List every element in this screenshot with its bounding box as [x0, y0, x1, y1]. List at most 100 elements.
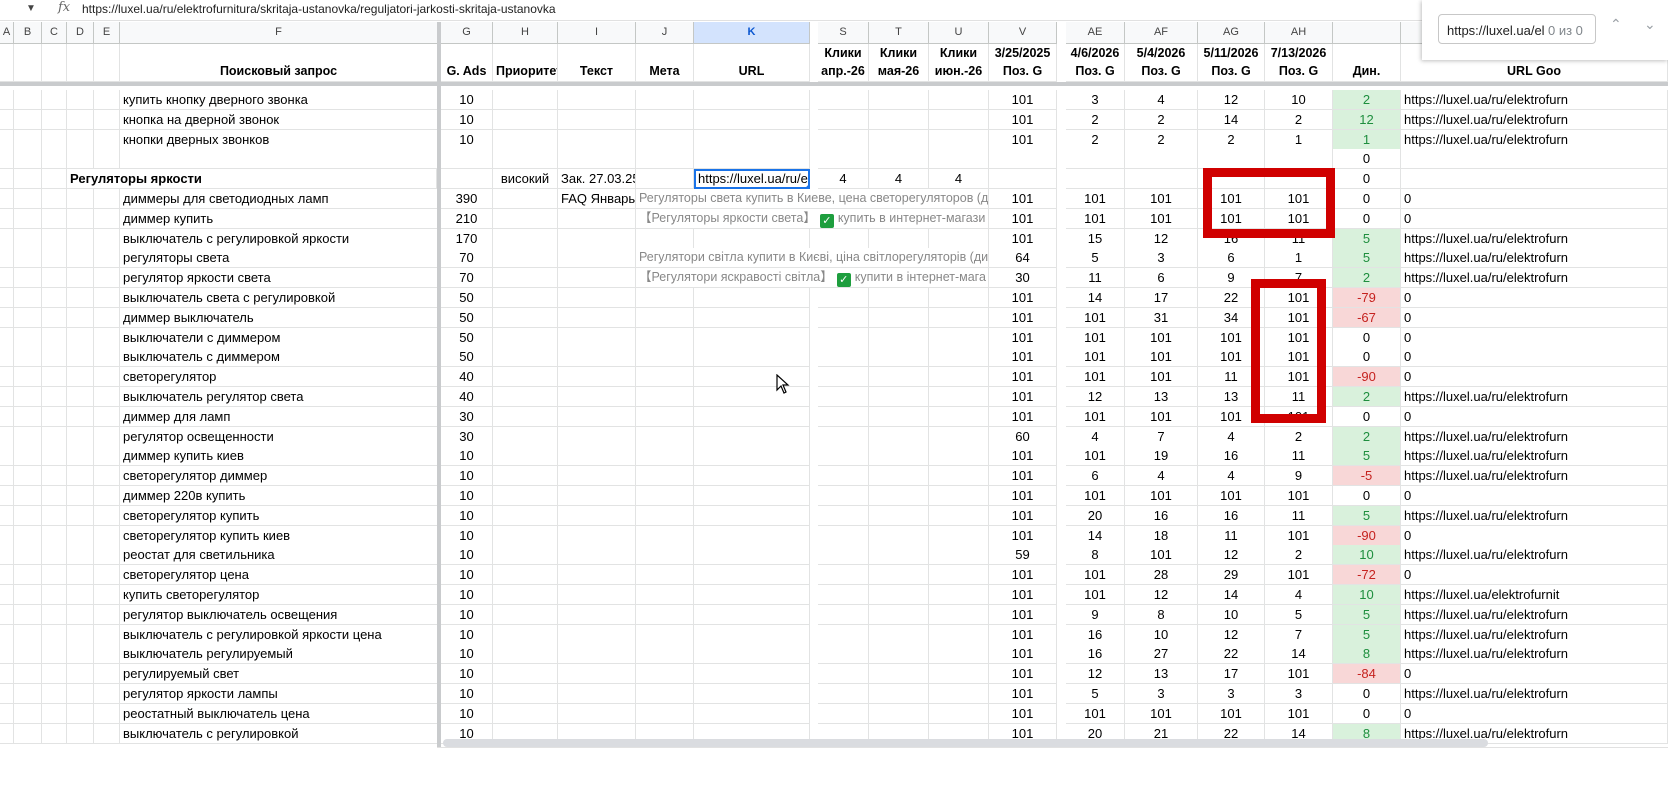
cell-c[interactable]: [42, 387, 67, 407]
cell-u[interactable]: [929, 526, 989, 546]
cell-v[interactable]: 101: [989, 704, 1057, 724]
cell-a[interactable]: [0, 644, 14, 664]
meta-text-cell[interactable]: Регулятори світла купити в Києві, ціна с…: [636, 248, 989, 268]
google-url-cell[interactable]: 0: [1401, 288, 1668, 308]
google-url-cell[interactable]: 0: [1401, 704, 1668, 724]
cell-i[interactable]: [558, 367, 636, 387]
selected-url-cell[interactable]: https://luxel.ua/ru/el: [694, 169, 810, 189]
cell-c[interactable]: [42, 209, 67, 229]
dynamics-cell[interactable]: -84: [1333, 664, 1401, 684]
cell-j[interactable]: [636, 130, 694, 150]
cell-h[interactable]: [493, 486, 558, 506]
cell-ah[interactable]: 14: [1265, 644, 1333, 664]
dynamics-cell[interactable]: 5: [1333, 229, 1401, 249]
keyword-cell[interactable]: реостатный выключатель цена: [120, 704, 438, 724]
cell-ae[interactable]: 101: [1066, 486, 1125, 506]
cell-h[interactable]: [493, 526, 558, 546]
cell-ae[interactable]: 2: [1066, 130, 1125, 150]
cell-a[interactable]: [0, 90, 14, 110]
cell-ag[interactable]: [1198, 149, 1265, 169]
cell-ae[interactable]: 101: [1066, 704, 1125, 724]
cell-i[interactable]: [558, 347, 636, 367]
cell-i[interactable]: [558, 664, 636, 684]
cell-ah[interactable]: 101: [1265, 704, 1333, 724]
cell-t[interactable]: [869, 704, 929, 724]
cell-a[interactable]: [0, 169, 14, 189]
cell-s[interactable]: [818, 347, 869, 367]
cell-af[interactable]: 4: [1125, 466, 1198, 486]
cell-i[interactable]: [558, 288, 636, 308]
cell-u[interactable]: [929, 308, 989, 328]
frozen-rows-divider[interactable]: [0, 82, 1668, 86]
cell-t[interactable]: [869, 684, 929, 704]
cell-u[interactable]: [929, 90, 989, 110]
cell-af[interactable]: 101: [1125, 367, 1198, 387]
cell-g[interactable]: 10: [441, 585, 493, 605]
keyword-cell[interactable]: регулятор выключатель освещения: [120, 605, 438, 625]
cell-g[interactable]: 70: [441, 248, 493, 268]
keyword-cell[interactable]: выключатель с регулировкой яркости цена: [120, 625, 438, 645]
cell-e[interactable]: [94, 605, 120, 625]
cell-k[interactable]: [694, 625, 810, 645]
cell-v[interactable]: 64: [989, 248, 1057, 268]
cell-ag[interactable]: 12: [1198, 625, 1265, 645]
cell-d[interactable]: [67, 248, 94, 268]
cell-k[interactable]: [694, 149, 810, 169]
cell-b[interactable]: [14, 248, 42, 268]
cell-k[interactable]: [694, 664, 810, 684]
cell-g[interactable]: 70: [441, 268, 493, 288]
cell-af[interactable]: 101: [1125, 704, 1198, 724]
keyword-cell[interactable]: выключатель с диммером: [120, 347, 438, 367]
cell-k[interactable]: [694, 506, 810, 526]
cell-ae[interactable]: 101: [1066, 328, 1125, 348]
cell-j[interactable]: [636, 90, 694, 110]
keyword-cell[interactable]: реостат для светильника: [120, 545, 438, 565]
cell-h[interactable]: [493, 407, 558, 427]
cell-a[interactable]: [0, 209, 14, 229]
cell-ae[interactable]: 8: [1066, 545, 1125, 565]
cell-c[interactable]: [42, 328, 67, 348]
cell-v[interactable]: 101: [989, 110, 1057, 130]
cell-t[interactable]: [869, 486, 929, 506]
cell-i[interactable]: [558, 110, 636, 130]
keyword-cell[interactable]: выключатель регулируемый: [120, 644, 438, 664]
cell-d[interactable]: [67, 189, 94, 209]
cell-i[interactable]: [558, 644, 636, 664]
cell-af[interactable]: 19: [1125, 446, 1198, 466]
cell-e[interactable]: [94, 486, 120, 506]
dynamics-cell[interactable]: 5: [1333, 605, 1401, 625]
cell-d[interactable]: [67, 328, 94, 348]
column-header-j[interactable]: J: [636, 22, 694, 44]
cell-e[interactable]: [94, 367, 120, 387]
cell-g[interactable]: 40: [441, 387, 493, 407]
cell-k[interactable]: [694, 684, 810, 704]
cell-s[interactable]: [818, 644, 869, 664]
cell-b[interactable]: [14, 209, 42, 229]
cell-v[interactable]: 101: [989, 664, 1057, 684]
cell-ag[interactable]: 6: [1198, 248, 1265, 268]
cell-h[interactable]: [493, 248, 558, 268]
cell-s[interactable]: [818, 526, 869, 546]
cell-ah[interactable]: 2: [1265, 110, 1333, 130]
cell-a[interactable]: [0, 387, 14, 407]
cell-h[interactable]: високий: [493, 169, 558, 189]
cell-b[interactable]: [14, 466, 42, 486]
column-header-d[interactable]: D: [67, 22, 94, 44]
dynamics-cell[interactable]: -67: [1333, 308, 1401, 328]
cell-a[interactable]: [0, 704, 14, 724]
cell-u[interactable]: [929, 664, 989, 684]
cell-ag[interactable]: 4: [1198, 427, 1265, 447]
cell-a[interactable]: [0, 724, 14, 744]
cell-ag[interactable]: 12: [1198, 90, 1265, 110]
cell-k[interactable]: [694, 308, 810, 328]
cell-g[interactable]: 10: [441, 684, 493, 704]
cell-h[interactable]: [493, 545, 558, 565]
cell-d[interactable]: [67, 466, 94, 486]
cell-h[interactable]: [493, 229, 558, 249]
cell-i[interactable]: [558, 704, 636, 724]
cell-j[interactable]: [636, 605, 694, 625]
cell-b[interactable]: [14, 308, 42, 328]
cell-s[interactable]: [818, 684, 869, 704]
google-url-cell[interactable]: https://luxel.ua/ru/elektrofurn: [1401, 466, 1668, 486]
cell-i[interactable]: [558, 585, 636, 605]
